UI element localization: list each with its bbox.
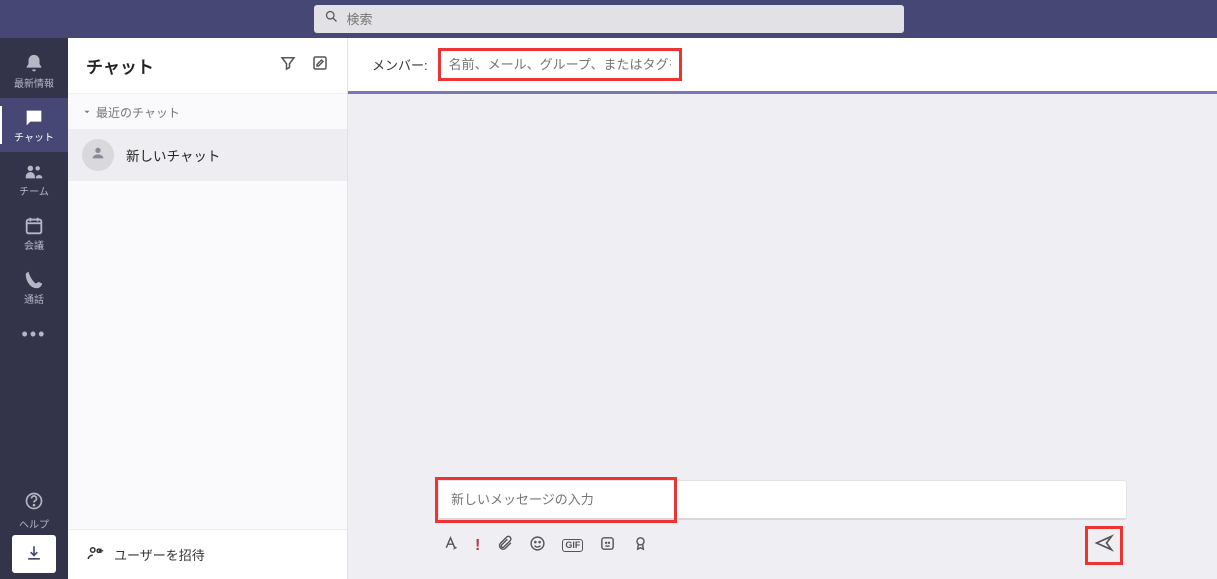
chat-name: 新しいチャット [126, 145, 220, 165]
rail-label: 最新情報 [14, 80, 54, 90]
chatlist-title: チャット [86, 53, 154, 78]
rail-help[interactable]: ヘルプ [0, 487, 68, 535]
chevron-down-icon [82, 106, 92, 120]
rail-label: 通話 [24, 296, 44, 306]
rail-more[interactable]: ••• [0, 314, 68, 354]
chat-main: メンバー: ! [348, 38, 1217, 579]
search-input[interactable] [347, 12, 894, 27]
sticker-icon[interactable] [599, 535, 616, 557]
rail-chat[interactable]: チャット [0, 98, 68, 152]
person-icon [90, 145, 106, 166]
gif-icon[interactable]: GIF [562, 539, 583, 552]
rail-label: 会議 [24, 242, 44, 252]
rail-label: チャット [14, 134, 54, 144]
format-icon[interactable] [442, 535, 459, 557]
rail-teams[interactable]: チーム [0, 152, 68, 206]
praise-icon[interactable] [632, 535, 649, 557]
member-input[interactable] [449, 57, 671, 72]
download-icon [24, 543, 44, 566]
help-icon [24, 491, 44, 516]
member-label: メンバー: [372, 55, 428, 74]
app-rail: 最新情報 チャット チーム 会議 [0, 38, 68, 579]
rail-calls[interactable]: 通話 [0, 260, 68, 314]
teams-icon [23, 161, 45, 188]
chatlist-header: チャット [68, 38, 347, 94]
rail-meetings[interactable]: 会議 [0, 206, 68, 260]
emoji-icon[interactable] [529, 535, 546, 557]
highlight-send [1085, 526, 1123, 565]
compose-input[interactable] [438, 480, 1127, 520]
priority-icon[interactable]: ! [475, 537, 480, 555]
chat-row[interactable]: 新しいチャット [68, 129, 347, 181]
rail-label: チーム [19, 188, 49, 198]
rail-label: ヘルプ [19, 516, 49, 531]
compose-icon[interactable] [311, 54, 329, 77]
highlight-member-input [438, 48, 682, 81]
global-search[interactable] [314, 5, 904, 33]
invite-label: ユーザーを招待 [114, 545, 205, 564]
rail-activity[interactable]: 最新情報 [0, 44, 68, 98]
composer-zone: ! GIF [348, 480, 1217, 579]
bell-icon [23, 53, 45, 80]
calendar-icon [23, 215, 45, 242]
send-icon[interactable] [1094, 533, 1114, 558]
attach-icon[interactable] [496, 535, 513, 557]
section-label-text: 最近のチャット [96, 104, 180, 121]
member-bar: メンバー: [348, 38, 1217, 94]
avatar [82, 139, 114, 171]
phone-icon [23, 269, 45, 296]
chat-icon [23, 107, 45, 134]
titlebar [0, 0, 1217, 38]
chatlist-panel: チャット 最近のチャット [68, 38, 348, 579]
invite-users[interactable]: ユーザーを招待 [68, 529, 347, 579]
search-icon [324, 9, 347, 29]
chat-body [348, 94, 1217, 480]
filter-icon[interactable] [279, 54, 297, 77]
more-icon: ••• [22, 324, 47, 345]
section-recent[interactable]: 最近のチャット [68, 94, 347, 129]
rail-download[interactable] [12, 535, 56, 573]
invite-icon [86, 544, 104, 565]
compose-toolbar: ! GIF [438, 520, 1127, 565]
